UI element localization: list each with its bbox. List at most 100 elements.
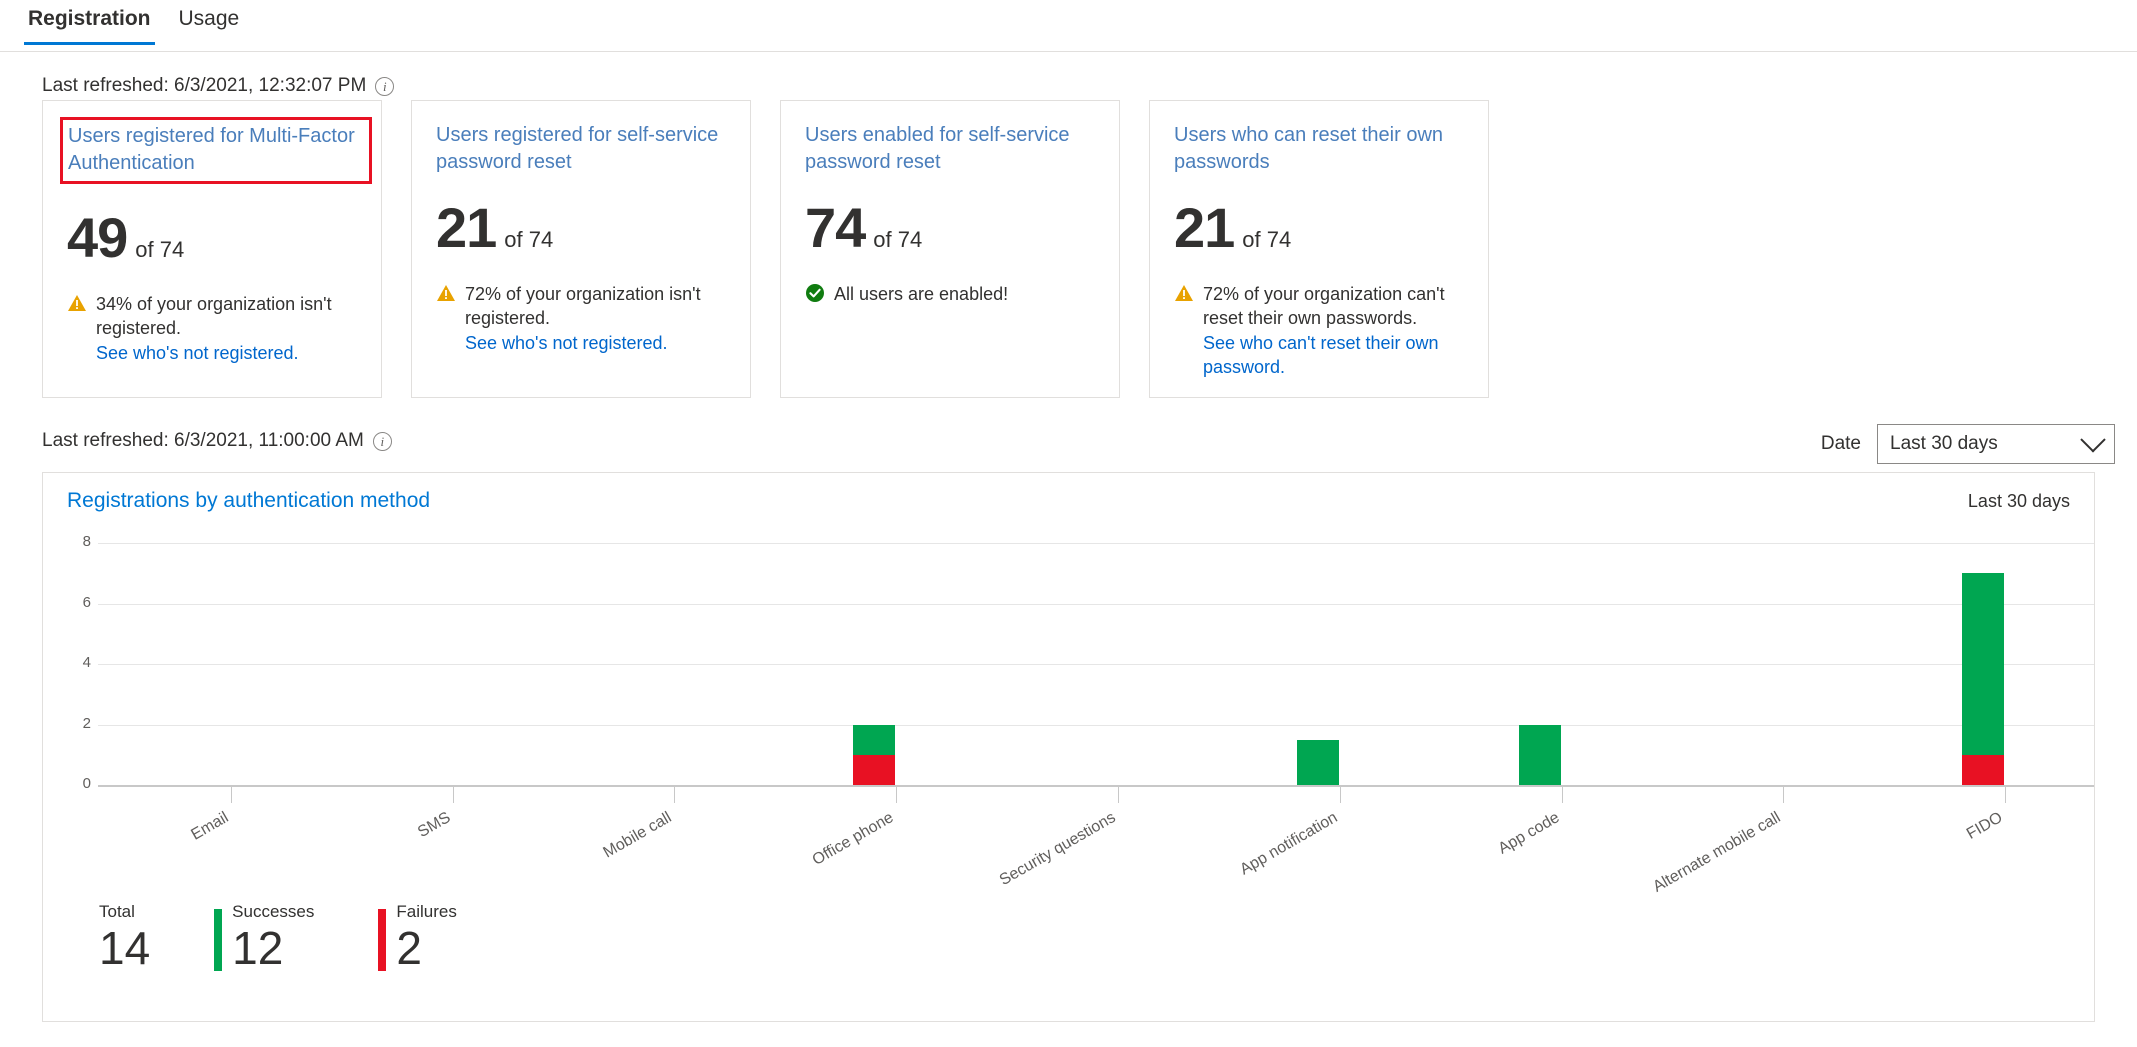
summary-label: Successes <box>232 902 315 921</box>
summary-value: 12 <box>232 921 284 974</box>
card-title[interactable]: Users enabled for self-service password … <box>805 122 1095 176</box>
x-axis-tick <box>2005 787 2007 803</box>
info-icon[interactable]: i <box>372 431 392 451</box>
warning-icon <box>68 295 86 311</box>
chart-header: Registrations by authentication method L… <box>43 473 2094 513</box>
success-check-icon <box>806 284 824 302</box>
card-value: 74 <box>805 196 866 259</box>
card-note-link[interactable]: See who's not registered. <box>96 343 299 363</box>
legend-color-swatch <box>378 909 387 971</box>
card-note-link[interactable]: See who can't reset their own password. <box>1203 333 1439 377</box>
bar-segment-successes <box>1962 573 2005 755</box>
y-axis-tick-label: 0 <box>82 775 91 792</box>
chart-gridline <box>98 543 2094 544</box>
card-note-text: 72% of your organization isn't registere… <box>465 284 701 329</box>
x-axis-tick <box>1339 787 1341 803</box>
card-title[interactable]: Users registered for self-service passwo… <box>436 122 726 176</box>
y-axis-tick-label: 4 <box>82 654 91 671</box>
summary-item: Failures 2 <box>378 902 457 974</box>
card-stat: 21 of 74 <box>1174 200 1464 256</box>
tab-registration-label: Registration <box>28 7 151 30</box>
y-axis-tick-label: 2 <box>82 714 91 732</box>
card-can-reset-password[interactable]: Users who can reset their own passwords … <box>1149 100 1489 399</box>
x-axis-tick <box>1118 787 1119 803</box>
summary-item: Successes 12 <box>214 902 315 974</box>
card-note-text: All users are enabled! <box>834 284 1009 304</box>
x-axis-tick <box>230 787 232 803</box>
card-note: 72% of your organization can't reset the… <box>1174 282 1464 379</box>
bar-segment-failures <box>1962 754 2005 785</box>
info-icon[interactable]: i <box>375 76 395 96</box>
registrations-chart-panel: Registrations by authentication method L… <box>42 472 2095 1022</box>
date-filter: Date Last 30 days <box>1821 424 2115 464</box>
card-note: All users are enabled! <box>805 282 1095 306</box>
date-range-value: Last 30 days <box>1890 433 1998 454</box>
summary-value: 14 <box>99 921 151 974</box>
card-sspr-registered[interactable]: Users registered for self-service passwo… <box>411 100 751 399</box>
card-total: of 74 <box>1242 227 1292 252</box>
card-note: 34% of your organization isn't registere… <box>67 292 357 365</box>
last-refreshed-chart-text: Last refreshed: 6/3/2021, 11:00:00 AM <box>42 430 364 451</box>
card-sspr-enabled[interactable]: Users enabled for self-service password … <box>780 100 1120 399</box>
card-mfa-registered[interactable]: Users registered for Multi-Factor Authen… <box>42 100 382 399</box>
card-value: 21 <box>1174 196 1235 259</box>
summary-value: 2 <box>396 921 422 974</box>
card-stat: 21 of 74 <box>436 200 726 256</box>
card-total: of 74 <box>504 227 554 252</box>
bar-segment-failures <box>853 754 896 785</box>
x-axis-tick <box>1561 787 1563 803</box>
chart-gridline <box>98 603 2094 605</box>
bar-segment-successes <box>1296 739 1339 785</box>
last-refreshed-chart: Last refreshed: 6/3/2021, 11:00:00 AM i <box>42 430 392 452</box>
x-axis-tick <box>674 787 676 803</box>
summary-label: Total <box>99 902 135 921</box>
warning-icon <box>437 285 455 301</box>
chevron-down-icon <box>2080 427 2106 453</box>
x-axis-tick <box>896 787 898 803</box>
x-axis-category-label: App code <box>1494 809 1563 858</box>
card-stat: 74 of 74 <box>805 200 1095 256</box>
summary-label: Failures <box>396 902 457 921</box>
bar-chart-plot: 0 2 4 6 8 Email SMS Mobile call Office phone Secu… <box>43 525 2094 896</box>
chart-range-label: Last 30 days <box>1967 490 2070 511</box>
card-title-highlight-box: Users registered for Multi-Factor Authen… <box>60 117 372 184</box>
x-axis-line <box>98 785 2094 787</box>
x-axis-category-label: FIDO <box>1964 809 2006 843</box>
tab-bar: Registration Usage <box>0 0 2137 52</box>
card-stat: 49 of 74 <box>67 210 357 266</box>
card-value: 49 <box>67 206 128 269</box>
card-total: of 74 <box>873 227 923 252</box>
card-title[interactable]: Users who can reset their own passwords <box>1174 122 1464 176</box>
x-axis-category-label: App notification <box>1237 809 1341 879</box>
tab-registration[interactable]: Registration <box>14 0 165 46</box>
card-note-text: 72% of your organization can't reset the… <box>1203 284 1445 329</box>
chart-summary-legend: Total 14 Successes 12 Failures 2 <box>99 902 457 974</box>
x-axis-tick <box>1783 787 1785 803</box>
card-note: 72% of your organization isn't registere… <box>436 282 726 355</box>
chart-title[interactable]: Registrations by authentication method <box>67 489 430 513</box>
x-axis-tick <box>452 787 454 803</box>
tab-usage-label: Usage <box>178 7 240 30</box>
last-refreshed-cards: Last refreshed: 6/3/2021, 12:32:07 PM i <box>42 75 395 97</box>
chart-gridline <box>98 664 2094 665</box>
card-note-link[interactable]: See who's not registered. <box>465 333 668 353</box>
stacked-bar[interactable] <box>1296 739 1339 785</box>
card-title[interactable]: Users registered for Multi-Factor Authen… <box>68 123 364 177</box>
date-filter-label: Date <box>1820 433 1861 454</box>
x-axis-category-label: Alternate mobile call <box>1650 809 1784 896</box>
tab-usage[interactable]: Usage <box>165 0 254 45</box>
chart-gridline <box>98 724 2094 726</box>
last-refreshed-cards-text: Last refreshed: 6/3/2021, 12:32:07 PM <box>42 75 367 96</box>
y-axis-tick-label: 6 <box>82 593 91 611</box>
warning-icon <box>1175 285 1193 301</box>
y-axis-tick-label: 8 <box>82 533 91 550</box>
stacked-bar[interactable] <box>1518 724 1561 785</box>
stacked-bar[interactable] <box>853 724 896 785</box>
bar-segment-successes <box>1518 724 1561 785</box>
legend-color-swatch <box>214 909 223 971</box>
card-value: 21 <box>436 196 497 259</box>
stacked-bar[interactable] <box>1962 573 2005 785</box>
card-note-text: 34% of your organization isn't registere… <box>96 294 332 339</box>
date-range-dropdown[interactable]: Last 30 days <box>1877 424 2115 464</box>
bar-segment-successes <box>853 724 896 755</box>
